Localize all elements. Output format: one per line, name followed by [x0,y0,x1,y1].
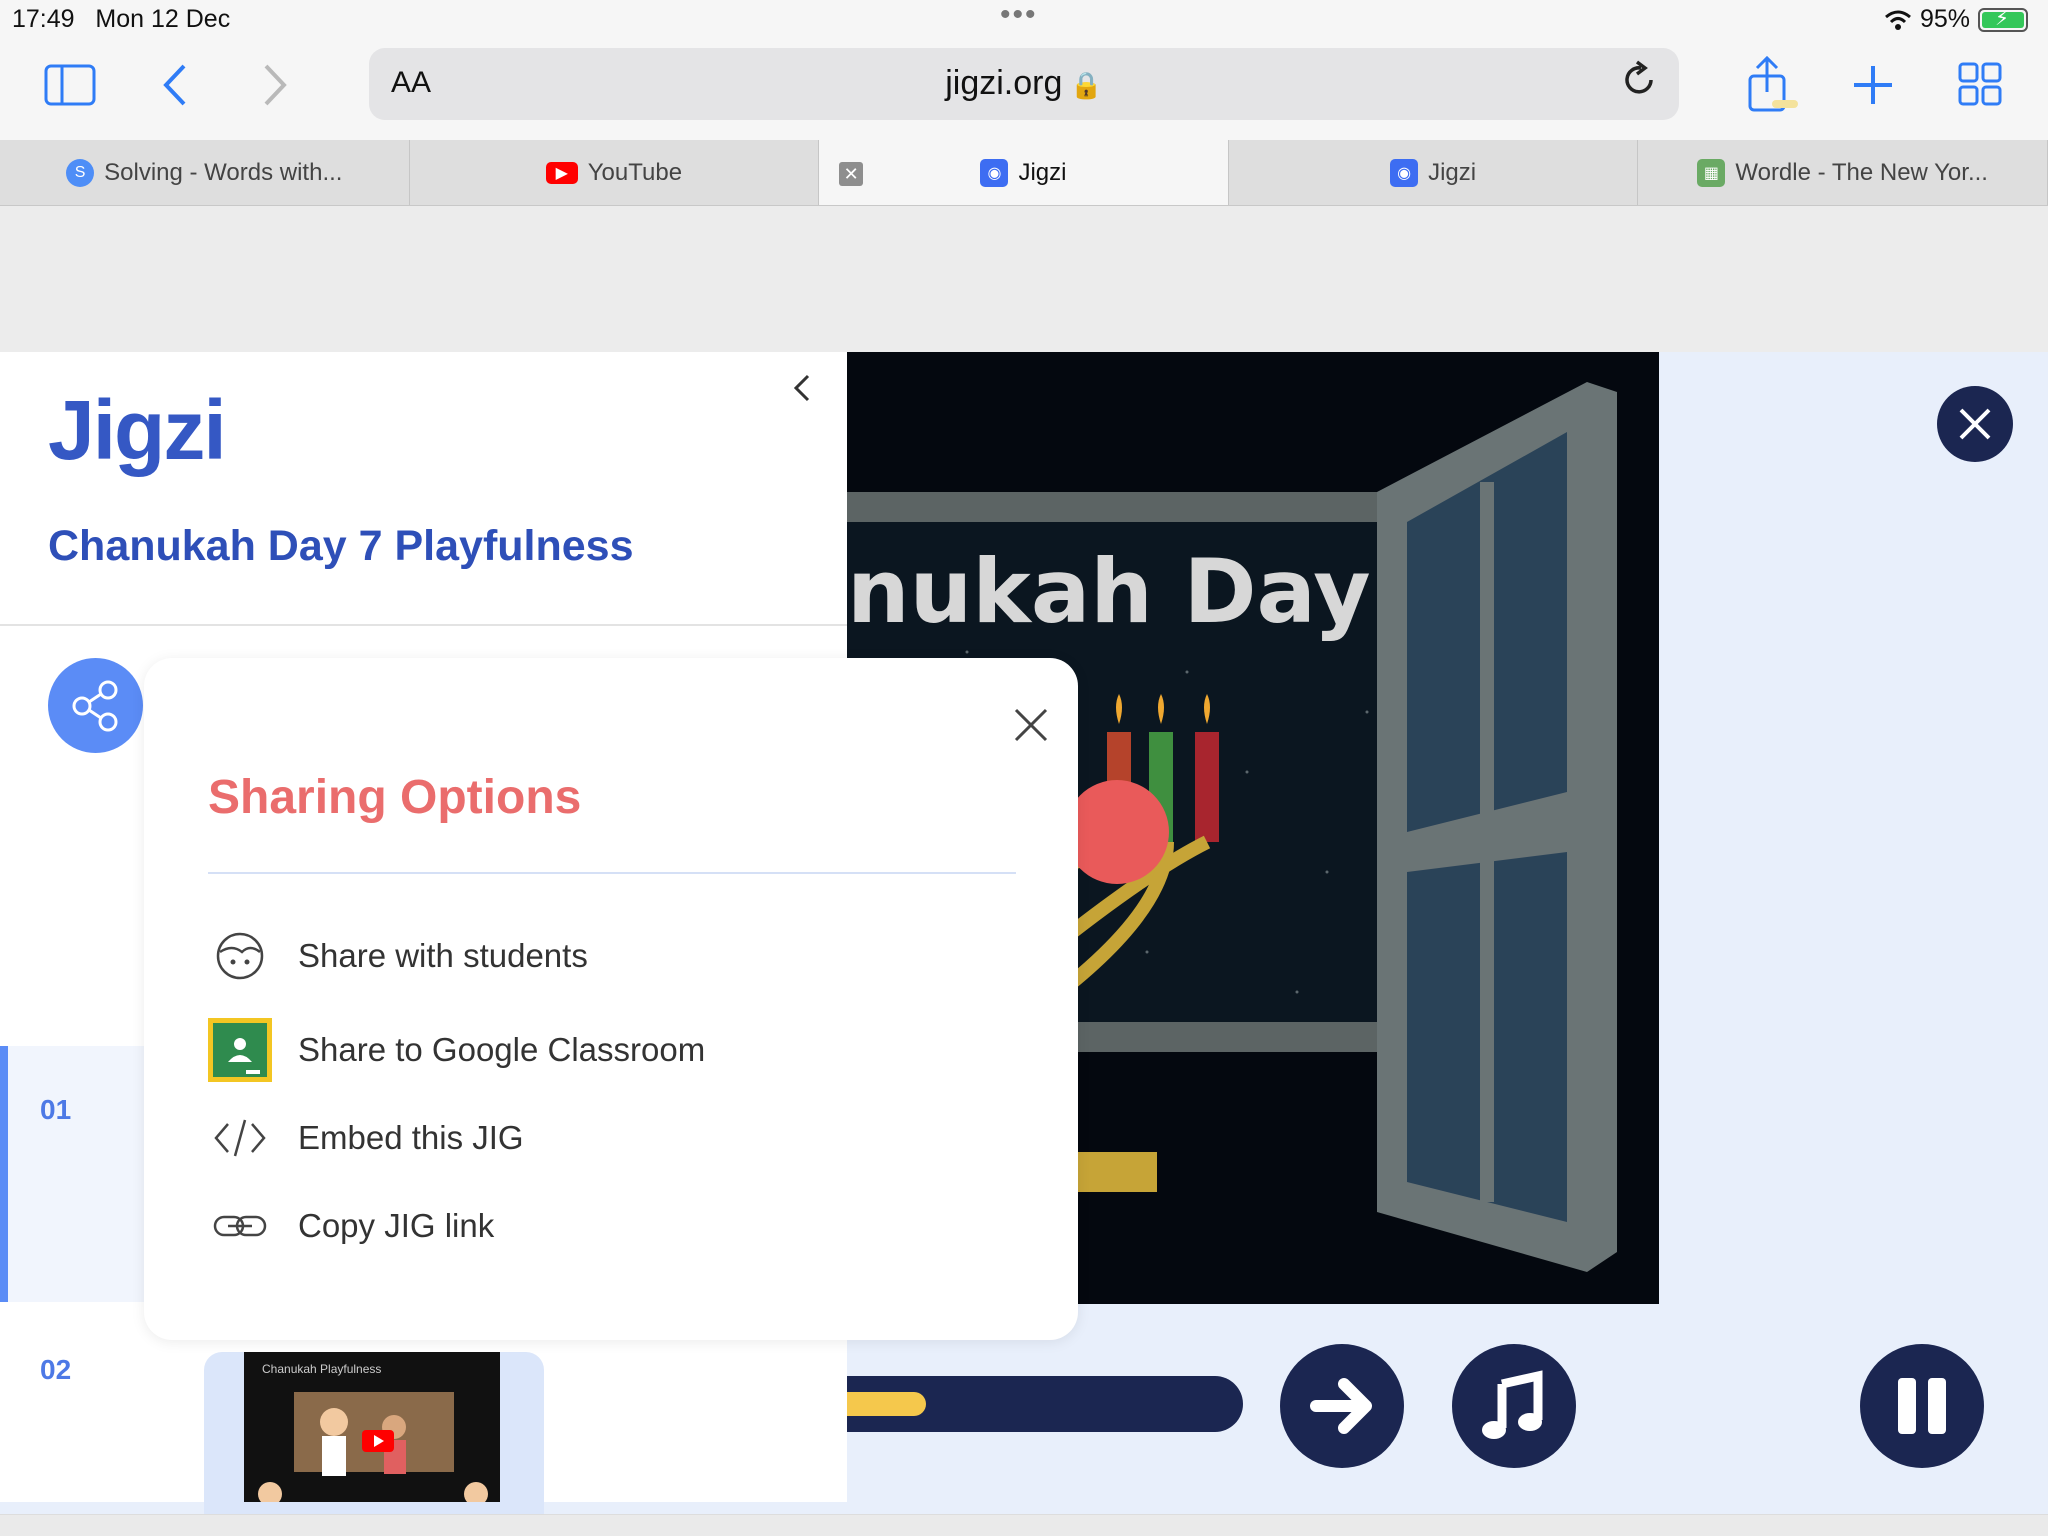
slide-number: 02 [40,1354,72,1385]
progress-fill [847,1392,926,1416]
tab-jigzi-active[interactable]: ✕ ◉ Jigzi [819,140,1229,205]
lock-icon: 🔒 [1070,70,1103,100]
collapse-sidebar-icon[interactable] [790,370,814,406]
tab-words-with-friends[interactable]: S Solving - Words with... [0,140,410,205]
option-label: Embed this JIG [298,1119,524,1156]
pause-button[interactable] [1860,1344,1984,1468]
share-button[interactable] [48,658,143,753]
share-nodes-icon [72,680,118,732]
sidebar-toggle-icon[interactable] [44,64,96,106]
share-google-classroom-option[interactable]: Share to Google Classroom [208,1018,705,1082]
status-time: 17:49 Mon 12 Dec [12,5,231,33]
share-icon[interactable] [1744,54,1800,116]
popup-divider [208,872,1016,874]
stage-banner-text: nukah Day 7 [847,540,1462,643]
embed-jig-option[interactable]: Embed this JIG [208,1106,524,1170]
battery-percent: 95% [1919,5,1970,33]
option-label: Copy JIG link [298,1207,495,1244]
slide-number: 01 [40,1094,72,1125]
pause-icon [1898,1378,1946,1434]
forward-icon[interactable] [260,62,290,108]
divider [0,624,847,626]
tab-bar: S Solving - Words with... ▶ YouTube ✕ ◉ … [0,140,2048,206]
youtube-favicon-icon: ▶ [545,161,578,184]
jig-title: Chanukah Day 7 Playfulness [48,522,634,570]
student-face-icon [216,932,264,980]
status-bar: 17:49 Mon 12 Dec ••• 95% ⚡ [0,0,2048,40]
music-note-icon [1482,1370,1543,1439]
tab-label: YouTube [587,158,683,186]
music-toggle-button[interactable] [1452,1344,1576,1468]
sharing-options-popup: Sharing Options Share with students Shar… [144,658,1078,1340]
wifi-icon [1884,10,1911,30]
wordle-favicon-icon: ▦ [1697,158,1726,187]
tab-youtube[interactable]: ▶ YouTube [410,140,820,205]
slide-thumbnail[interactable]: Chanukah Playfulness [244,1352,500,1502]
tab-label: Jigzi [1428,158,1477,186]
tab-jigzi[interactable]: ◉ Jigzi [1229,140,1639,205]
option-label: Share to Google Classroom [298,1031,706,1068]
popup-title: Sharing Options [208,771,582,824]
next-button[interactable] [1280,1344,1404,1468]
close-popup-icon[interactable] [1012,706,1050,744]
copy-jig-link-option[interactable]: Copy JIG link [208,1194,494,1258]
tab-overview-icon[interactable] [1958,62,2002,106]
back-icon[interactable] [160,62,190,108]
battery-icon: ⚡ [1978,7,2028,32]
close-tab-icon[interactable]: ✕ [839,162,864,186]
option-label: Share with students [298,937,588,974]
jigzi-favicon-icon: ◉ [1390,158,1419,187]
address-bar[interactable]: AA jigzi.org 🔒 [369,48,1679,120]
tab-wordle[interactable]: ▦ Wordle - The New Yor... [1638,140,2048,205]
progress-track[interactable] [847,1376,1243,1432]
new-tab-icon[interactable] [1852,64,1894,106]
words-favicon-icon: S [66,158,95,187]
thumbnail-title: Chanukah Playfulness [262,1362,382,1376]
code-icon [214,1119,266,1157]
multitasking-dots[interactable]: ••• [1000,0,1038,32]
tab-label: Solving - Words with... [104,158,343,186]
link-icon [213,1215,267,1237]
google-classroom-icon [208,1018,272,1082]
url-text: jigzi.org [945,64,1063,102]
tab-label: Wordle - The New Yor... [1735,158,1988,186]
home-indicator-area [0,1514,2048,1536]
share-with-students-option[interactable]: Share with students [208,924,588,988]
close-player-button[interactable] [1937,386,2013,462]
reload-icon[interactable] [1621,60,1657,100]
arrow-right-icon [1310,1378,1372,1434]
jigzi-logo[interactable]: Jigzi [48,382,227,479]
browser-toolbar: AA jigzi.org 🔒 [0,40,2048,140]
jigzi-favicon-icon: ◉ [980,158,1009,187]
tab-label: Jigzi [1018,158,1067,186]
close-icon [1959,408,1991,440]
